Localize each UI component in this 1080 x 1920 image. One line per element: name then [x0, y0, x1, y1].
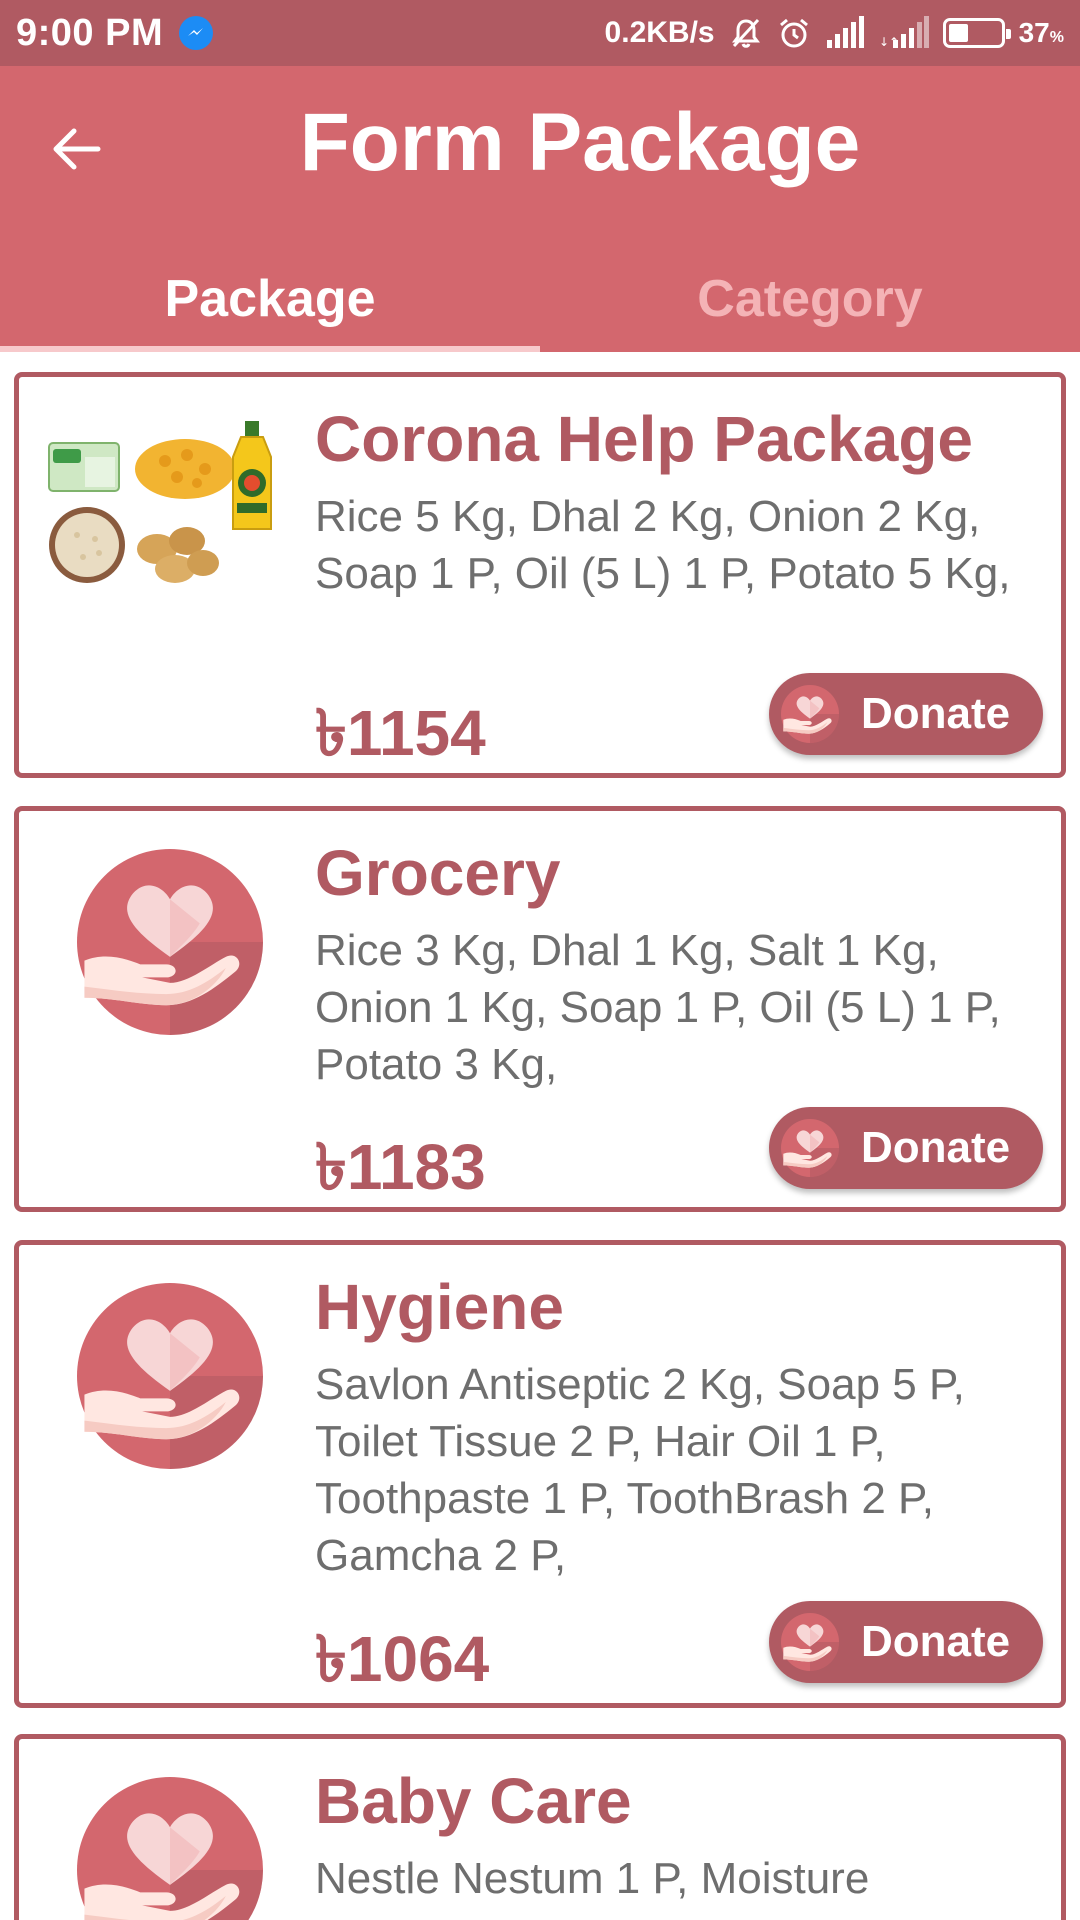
heart-hand-icon	[781, 1613, 839, 1671]
battery-percent: 37%	[1018, 17, 1064, 48]
mute-icon	[731, 18, 760, 48]
donate-label: Donate	[861, 1123, 1011, 1172]
package-card-hygiene[interactable]: Hygiene Savlon Antiseptic 2 Kg, Soap 5 P…	[14, 1240, 1066, 1708]
tab-package[interactable]: Package	[0, 246, 540, 352]
donate-button[interactable]: Donate	[769, 673, 1043, 755]
package-price: ৳1154	[315, 697, 486, 769]
card-body: Hygiene Savlon Antiseptic 2 Kg, Soap 5 P…	[315, 1269, 1041, 1584]
card-body: Baby Care Nestle Nestum 1 P, Moisture	[315, 1763, 1041, 1907]
donate-button[interactable]: Donate	[769, 1107, 1043, 1189]
package-description: Rice 3 Kg, Dhal 1 Kg, Salt 1 Kg, Onion 1…	[315, 925, 1001, 1089]
tab-bar: Package Category	[0, 246, 1080, 352]
heart-hand-icon	[77, 849, 263, 1035]
package-title: Baby Care	[315, 1765, 632, 1837]
package-card-baby-care[interactable]: Baby Care Nestle Nestum 1 P, Moisture	[14, 1734, 1066, 1920]
package-description: Nestle Nestum 1 P, Moisture	[315, 1853, 870, 1903]
grocery-items-image	[47, 417, 277, 617]
package-card-grocery[interactable]: Grocery Rice 3 Kg, Dhal 1 Kg, Salt 1 Kg,…	[14, 806, 1066, 1212]
package-title: Grocery	[315, 837, 561, 909]
heart-hand-icon	[781, 685, 839, 743]
heart-hand-icon	[77, 1283, 263, 1469]
status-bar: 9:00 PM 0.2KB/s ↓↑ 37%	[0, 0, 1080, 66]
signal-icon	[826, 16, 864, 48]
package-title: Hygiene	[315, 1271, 564, 1343]
battery-icon	[942, 18, 1011, 48]
card-body: Corona Help Package Rice 5 Kg, Dhal 2 Kg…	[315, 401, 1041, 602]
status-icons: 0.2KB/s ↓↑ 37%	[605, 16, 1064, 50]
signal-2-icon: ↓↑	[879, 16, 929, 49]
package-title: Corona Help Package	[315, 403, 973, 475]
package-price: ৳1064	[315, 1623, 490, 1695]
package-card-corona-help[interactable]: Corona Help Package Rice 5 Kg, Dhal 2 Kg…	[14, 372, 1066, 778]
donate-button[interactable]: Donate	[769, 1601, 1043, 1683]
status-time: 9:00 PM	[16, 11, 164, 54]
network-speed: 0.2KB/s	[604, 16, 715, 49]
heart-hand-icon	[781, 1119, 839, 1177]
app-bar: Form Package Package Category	[0, 66, 1080, 352]
tab-category[interactable]: Category	[540, 246, 1080, 352]
page-title: Form Package	[299, 97, 861, 188]
messenger-icon	[179, 16, 214, 50]
package-description: Savlon Antiseptic 2 Kg, Soap 5 P, Toilet…	[315, 1359, 965, 1580]
donate-label: Donate	[861, 1617, 1011, 1666]
heart-hand-icon	[77, 1777, 263, 1920]
card-body: Grocery Rice 3 Kg, Dhal 1 Kg, Salt 1 Kg,…	[315, 835, 1041, 1093]
alarm-icon	[779, 18, 808, 48]
package-price: ৳1183	[315, 1131, 486, 1203]
package-list[interactable]: Corona Help Package Rice 5 Kg, Dhal 2 Kg…	[0, 352, 1080, 1920]
package-description: Rice 5 Kg, Dhal 2 Kg, Onion 2 Kg, Soap 1…	[315, 491, 1011, 598]
donate-label: Donate	[861, 689, 1011, 738]
